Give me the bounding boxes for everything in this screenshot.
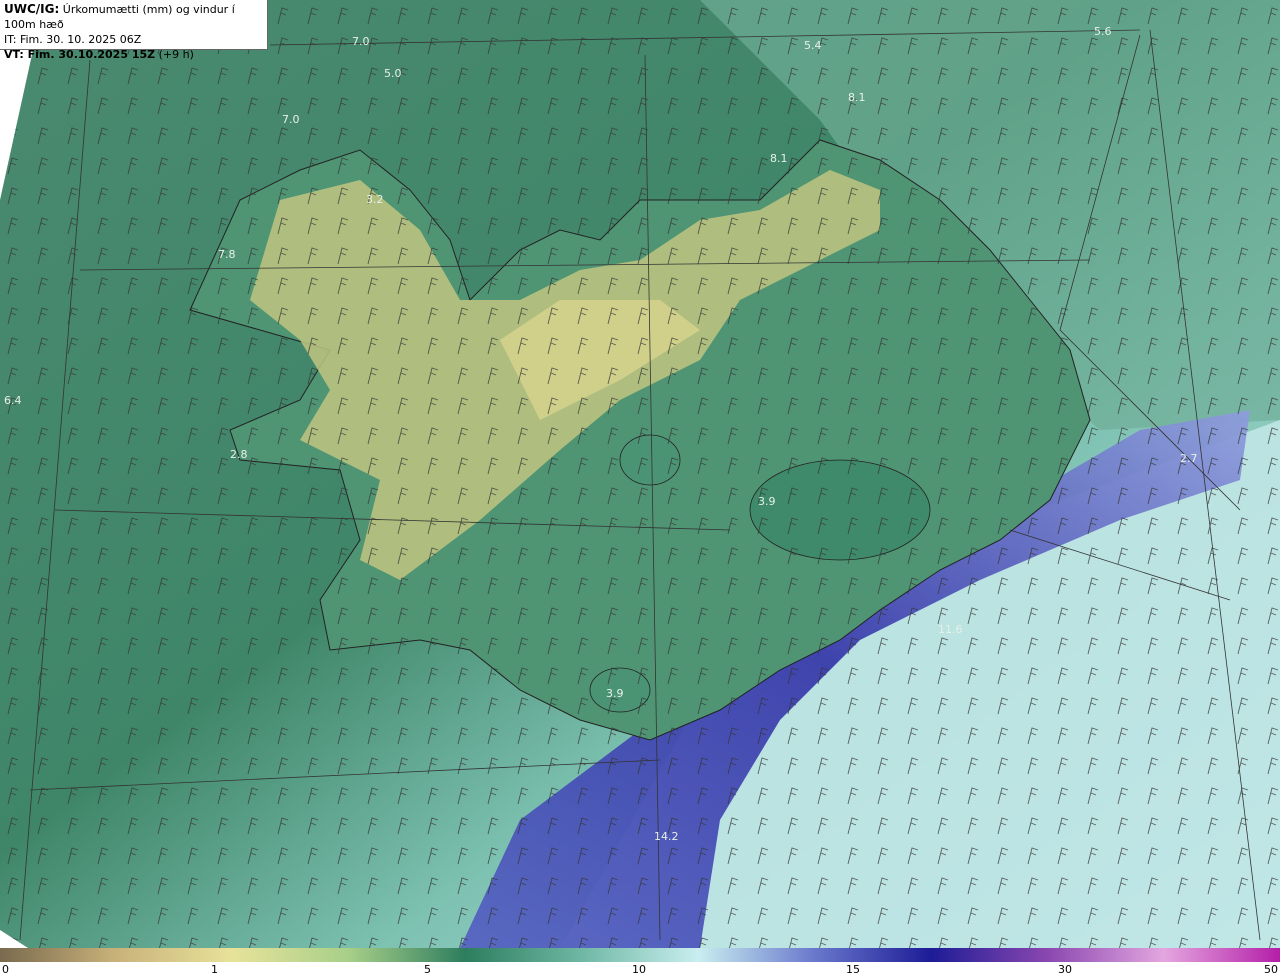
map-label: 5.0	[384, 67, 402, 80]
legend-tick: 15	[846, 963, 860, 976]
forecast-offset: (+9 h)	[158, 48, 194, 61]
color-legend: 0 1 5 10 15 30 50	[0, 948, 1280, 978]
map-label: 7.8	[218, 248, 236, 261]
map-label: 3.9	[758, 495, 776, 508]
map-label: 2.8	[230, 448, 248, 461]
legend-color-bar	[0, 948, 1280, 962]
init-time: IT: Fim. 30. 10. 2025 06Z	[4, 33, 142, 46]
legend-tick: 50	[1264, 963, 1278, 976]
map-label: 3.9	[606, 687, 624, 700]
map-domain	[0, 0, 1280, 948]
map-label: 7.0	[282, 113, 300, 126]
valid-time: VT: Fim. 30.10.2025 15Z	[4, 48, 156, 61]
map-label: 11.6	[938, 623, 963, 636]
valid-time-line: VT: Fim. 30.10.2025 15Z (+9 h)	[4, 47, 263, 62]
wind-barbs	[0, 0, 1280, 948]
map-label: 3.2	[366, 193, 384, 206]
map-label: 7.0	[352, 35, 370, 48]
map-label: 8.1	[848, 91, 866, 104]
legend-tick: 5	[424, 963, 431, 976]
map-label: 2.7	[1180, 452, 1198, 465]
map-label: 6.4	[4, 394, 22, 407]
legend-tick: 10	[632, 963, 646, 976]
precipitation-wind-map: 7.0 5.0 7.0 5.4 5.6 8.1 8.1 3.2 7.8 6.4 …	[0, 0, 1280, 948]
map-label: 8.1	[770, 152, 788, 165]
legend-tick: 30	[1058, 963, 1072, 976]
title-line: UWC/IG: Úrkomumætti (mm) og vindur í 100…	[4, 2, 263, 32]
map-label: 5.6	[1094, 25, 1112, 38]
model-code: UWC/IG:	[4, 2, 60, 16]
map-label: 5.4	[804, 39, 822, 52]
legend-tick: 0	[2, 963, 9, 976]
map-label: 14.2	[654, 830, 679, 843]
map-header: UWC/IG: Úrkomumætti (mm) og vindur í 100…	[0, 0, 268, 61]
legend-tick: 1	[211, 963, 218, 976]
